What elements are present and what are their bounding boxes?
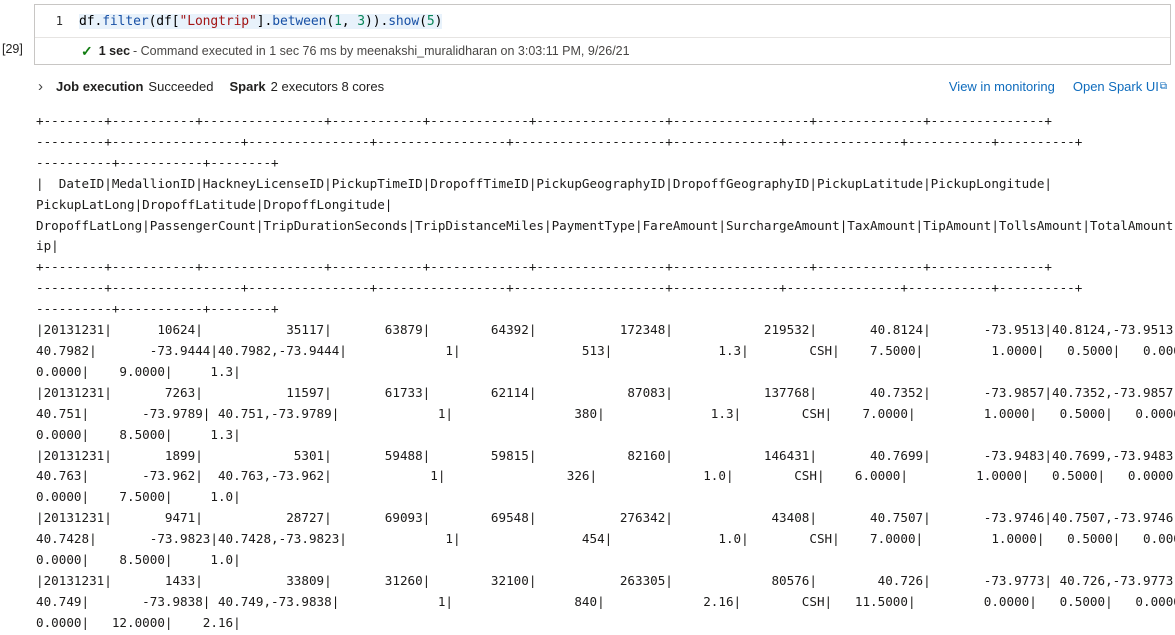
output-line: ---------+-----------------+------------… xyxy=(36,133,1083,149)
output-line: 0.0000| 8.5000| 1.3| xyxy=(36,426,241,442)
cell-status-detail: - Command executed in 1 sec 76 ms by mee… xyxy=(133,44,630,58)
cell-status-bar: ✓ 1 sec - Command executed in 1 sec 76 m… xyxy=(35,37,1170,64)
spark-resources-label: 2 executors 8 cores xyxy=(270,78,385,94)
notebook-cell: [29] 1 df.filter(df["Longtrip"].between(… xyxy=(0,0,1175,634)
code-line-number: 1 xyxy=(55,14,63,28)
output-line: 40.763| -73.962| 40.763,-73.962| 1| 326|… xyxy=(36,468,1175,484)
code-token-3: "Longtrip" xyxy=(179,13,257,29)
output-line: |20131231| 9471| 28727| 69093| 69548| 27… xyxy=(36,510,1175,526)
code-token-10: )). xyxy=(365,13,389,29)
output-line: 0.0000| 8.5000| 1.0| xyxy=(36,552,241,568)
output-line: |20131231| 10624| 35117| 63879| 64392| 1… xyxy=(36,322,1175,338)
spark-show-output: +--------+-----------+----------------+-… xyxy=(0,111,1175,634)
output-line: PickupLatLong|DropoffLatitude|DropoffLon… xyxy=(36,196,393,212)
code-token-4: ]. xyxy=(256,13,273,29)
output-line: 40.749| -73.9838| 40.749,-73.9838| 1| 84… xyxy=(36,593,1175,609)
code-token-7: 1 xyxy=(334,13,342,29)
output-line: 0.0000| 7.5000| 1.0| xyxy=(36,489,241,505)
output-line: |20131231| 1899| 5301| 59488| 59815| 821… xyxy=(36,447,1175,463)
output-line: ip| xyxy=(36,238,59,254)
chevron-right-icon[interactable]: › xyxy=(38,79,56,94)
code-token-6: ( xyxy=(326,13,335,29)
code-token-8: , xyxy=(341,13,358,29)
open-spark-ui-label: Open Spark UI xyxy=(1072,78,1159,94)
output-line: |20131231| 1433| 33809| 31260| 32100| 26… xyxy=(36,572,1175,588)
code-token-12: ( xyxy=(419,13,427,29)
code-token-0: df. xyxy=(79,13,103,29)
external-link-icon: ⧉ xyxy=(1159,80,1167,92)
code-token-9: 3 xyxy=(357,13,365,29)
output-line: 0.0000| 12.0000| 2.16| xyxy=(36,614,241,630)
output-line: 40.7428| -73.9823|40.7428,-73.9823| 1| 4… xyxy=(36,531,1175,547)
code-token-5: between xyxy=(272,13,327,29)
output-line: +--------+-----------+----------------+-… xyxy=(36,113,1052,128)
output-line: ---------+-----------------+------------… xyxy=(36,280,1083,296)
code-cell-box[interactable]: 1 df.filter(df["Longtrip"].between(1, 3)… xyxy=(34,4,1171,65)
job-execution-state: Succeeded xyxy=(148,78,214,94)
output-line: | DateID|MedallionID|HackneyLicenseID|Pi… xyxy=(36,175,1052,191)
output-line: |20131231| 7263| 11597| 61733| 62114| 87… xyxy=(36,384,1175,400)
output-line: 40.7982| -73.9444|40.7982,-73.9444| 1| 5… xyxy=(36,342,1175,358)
code-token-11: show xyxy=(388,13,420,29)
cell-duration-label: 1 sec xyxy=(98,44,131,58)
output-line: +--------+-----------+----------------+-… xyxy=(36,259,1052,275)
output-line: 0.0000| 9.0000| 1.3| xyxy=(36,363,241,379)
success-check-icon: ✓ xyxy=(81,43,93,59)
code-editor-line[interactable]: 1 df.filter(df["Longtrip"].between(1, 3)… xyxy=(35,5,1170,37)
output-line: 40.751| -73.9789| 40.751,-73.9789| 1| 38… xyxy=(36,405,1175,421)
code-token-2: (df[ xyxy=(148,13,180,29)
job-execution-label: Job execution xyxy=(56,78,144,94)
spark-label: Spark xyxy=(229,78,266,94)
view-in-monitoring-link[interactable]: View in monitoring xyxy=(949,79,1055,94)
output-line: DropoffLatLong|PassengerCount|TripDurati… xyxy=(36,217,1175,233)
job-execution-bar: › Job execution Succeeded Spark 2 execut… xyxy=(0,71,1175,101)
open-spark-ui-link[interactable]: Open Spark UI⧉ xyxy=(1073,79,1167,94)
code-input[interactable]: df.filter(df["Longtrip"].between(1, 3)).… xyxy=(79,13,443,29)
code-token-14: ) xyxy=(434,13,443,29)
code-token-13: 5 xyxy=(426,13,435,29)
execution-count-label: [29] xyxy=(2,42,23,56)
output-line: ----------+-----------+--------+ xyxy=(36,154,279,170)
output-line: ----------+-----------+--------+ xyxy=(36,301,279,317)
cell-row: [29] 1 df.filter(df["Longtrip"].between(… xyxy=(0,4,1175,65)
code-token-1: filter xyxy=(102,13,149,29)
